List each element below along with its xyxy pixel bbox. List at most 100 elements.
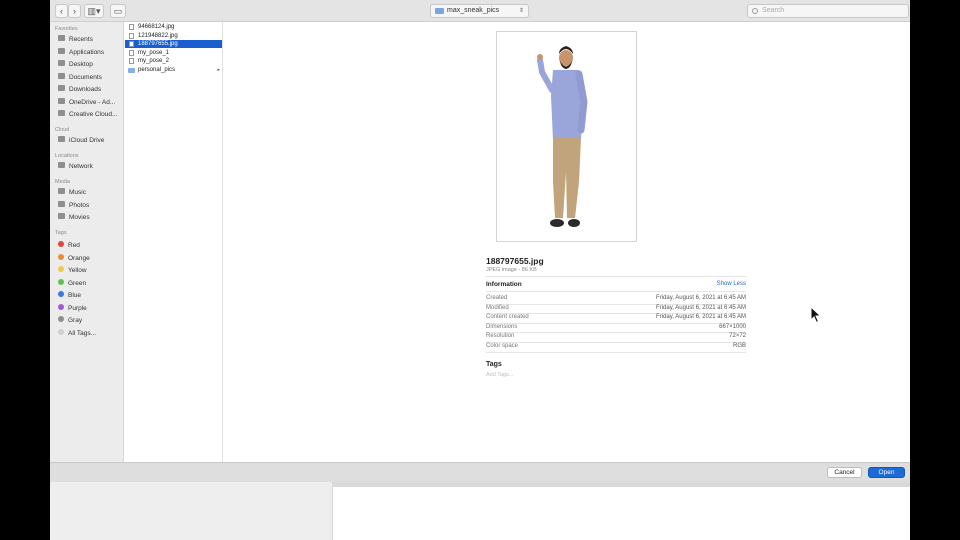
new-folder-icon: ▭ — [113, 6, 123, 16]
info-value: Friday, August 6, 2021 at 6:45 AM — [656, 304, 746, 311]
tag-color-dot-icon — [58, 303, 64, 310]
sidebar-tag-gray[interactable]: Gray — [58, 315, 124, 326]
tag-color-dot-icon — [58, 266, 64, 273]
tag-color-dot-icon — [58, 253, 64, 260]
info-label: Resolution — [486, 333, 515, 340]
image-preview — [496, 31, 637, 242]
sidebar: Favorites Recents Applications Desktop D… — [50, 22, 124, 462]
file-row[interactable]: 188797655.jpg — [125, 40, 222, 48]
view-mode-button[interactable]: ▥▾ — [84, 4, 104, 18]
preview-pane: 188797655.jpg JPEG image - 86 KB Informa… — [223, 22, 910, 462]
globe-icon — [58, 162, 65, 169]
sidebar-header-cloud: Cloud — [55, 127, 70, 133]
preview-file-name: 188797655.jpg — [486, 256, 544, 266]
search-placeholder: Search — [762, 7, 785, 14]
person-photo-icon — [537, 46, 588, 227]
divider — [486, 276, 746, 277]
info-label: Dimensions — [486, 323, 518, 330]
location-popup[interactable]: max_sneak_pics ⇕ — [430, 4, 529, 18]
sidebar-header-tags: Tags — [55, 230, 67, 236]
sidebar-item-network[interactable]: Network — [58, 161, 124, 172]
file-row[interactable]: 94668124.jpg — [125, 23, 222, 31]
music-icon — [58, 188, 65, 195]
sidebar-tag-green[interactable]: Green — [58, 278, 124, 289]
tag-color-dot-icon — [58, 291, 64, 298]
folder-icon — [58, 98, 65, 105]
sidebar-item-onedrive[interactable]: OneDrive - Ad... — [58, 97, 124, 108]
information-header: Information — [486, 281, 522, 288]
clock-icon — [58, 35, 65, 42]
sidebar-tag-purple[interactable]: Purple — [58, 303, 124, 314]
tags-header: Tags — [486, 361, 502, 368]
sidebar-tag-orange[interactable]: Orange — [58, 253, 124, 264]
image-file-icon — [129, 24, 134, 30]
file-row[interactable]: my_pose_2 — [125, 57, 222, 65]
column-view-icon: ▥▾ — [87, 6, 101, 16]
image-file-icon — [129, 32, 134, 39]
sidebar-item-downloads[interactable]: Downloads — [58, 84, 124, 95]
file-row[interactable]: 121948822.jpg — [125, 32, 222, 40]
sidebar-item-creative-cloud[interactable]: Creative Cloud... — [58, 109, 124, 120]
background-window-content — [332, 487, 910, 540]
folder-icon — [435, 8, 444, 14]
movies-icon — [58, 213, 65, 220]
folder-icon — [58, 110, 65, 117]
image-file-icon — [129, 58, 134, 64]
photos-icon — [58, 201, 65, 208]
sidebar-header-favorites: Favorites — [55, 26, 78, 32]
sidebar-item-music[interactable]: Music — [58, 187, 124, 198]
add-tags-field[interactable]: Add Tags... — [486, 372, 513, 378]
disclosure-chevron-icon: ▸ — [217, 66, 220, 73]
info-label: Content created — [486, 314, 529, 321]
cloud-icon — [58, 136, 65, 143]
sidebar-item-photos[interactable]: Photos — [58, 200, 124, 211]
search-input[interactable]: Search — [747, 4, 909, 18]
file-row[interactable]: my_pose_1 — [125, 49, 222, 57]
info-value: 667×1000 — [719, 323, 746, 330]
downloads-icon — [58, 85, 65, 92]
sidebar-header-locations: Locations — [55, 153, 79, 159]
preview-file-kind: JPEG image - 86 KB — [486, 267, 537, 273]
tag-color-dot-icon — [58, 278, 64, 285]
location-label: max_sneak_pics — [447, 7, 500, 14]
cancel-button[interactable]: Cancel — [827, 467, 862, 478]
sidebar-item-icloud-drive[interactable]: iCloud Drive — [58, 135, 124, 146]
info-value: Friday, August 6, 2021 at 6:45 AM — [656, 295, 746, 301]
sidebar-tag-red[interactable]: Red — [58, 240, 124, 251]
sidebar-item-documents[interactable]: Documents — [58, 72, 124, 83]
search-icon — [752, 8, 758, 14]
sidebar-item-desktop[interactable]: Desktop — [58, 59, 124, 70]
documents-icon — [58, 73, 65, 80]
sidebar-item-applications[interactable]: Applications — [58, 47, 124, 58]
background-window-sidebar — [50, 482, 332, 540]
open-button[interactable]: Open — [868, 467, 905, 478]
screen-background: ‹ › ▥▾ ▭ max_sneak_pics ⇕ Search Favorit… — [0, 0, 960, 540]
show-less-link[interactable]: Show Less — [686, 281, 746, 287]
sidebar-tag-all-tags[interactable]: All Tags... — [58, 328, 124, 339]
forward-button[interactable]: › — [68, 4, 81, 18]
sidebar-tag-blue[interactable]: Blue — [58, 290, 124, 301]
dialog-button-bar: Cancel Open — [50, 462, 910, 482]
back-button[interactable]: ‹ — [55, 4, 68, 18]
chevron-right-icon: › — [73, 6, 76, 16]
file-list-column: 94668124.jpg 121948822.jpg 188797655.jpg my… — [124, 22, 223, 462]
dialog-toolbar: ‹ › ▥▾ ▭ max_sneak_pics ⇕ Search — [50, 0, 910, 22]
sidebar-item-recents[interactable]: Recents — [58, 34, 124, 45]
image-file-icon — [129, 41, 134, 47]
tag-color-dot-icon — [58, 316, 64, 323]
mouse-pointer-icon — [810, 306, 822, 324]
image-file-icon — [129, 49, 134, 56]
new-folder-button[interactable]: ▭ — [110, 4, 126, 18]
desktop-icon — [58, 60, 65, 67]
applications-icon — [58, 48, 65, 55]
folder-row[interactable]: personal_pics ▸ — [125, 66, 222, 74]
info-value: Friday, August 6, 2021 at 6:45 AM — [656, 314, 746, 321]
info-label: Modified — [486, 304, 509, 311]
sidebar-item-movies[interactable]: Movies — [58, 212, 124, 223]
sidebar-tag-yellow[interactable]: Yellow — [58, 265, 124, 276]
tag-color-dot-icon — [58, 241, 64, 248]
chevron-left-icon: ‹ — [60, 6, 63, 16]
divider — [486, 351, 746, 353]
sidebar-header-media: Media — [55, 179, 70, 185]
tag-color-dot-icon — [58, 328, 64, 335]
